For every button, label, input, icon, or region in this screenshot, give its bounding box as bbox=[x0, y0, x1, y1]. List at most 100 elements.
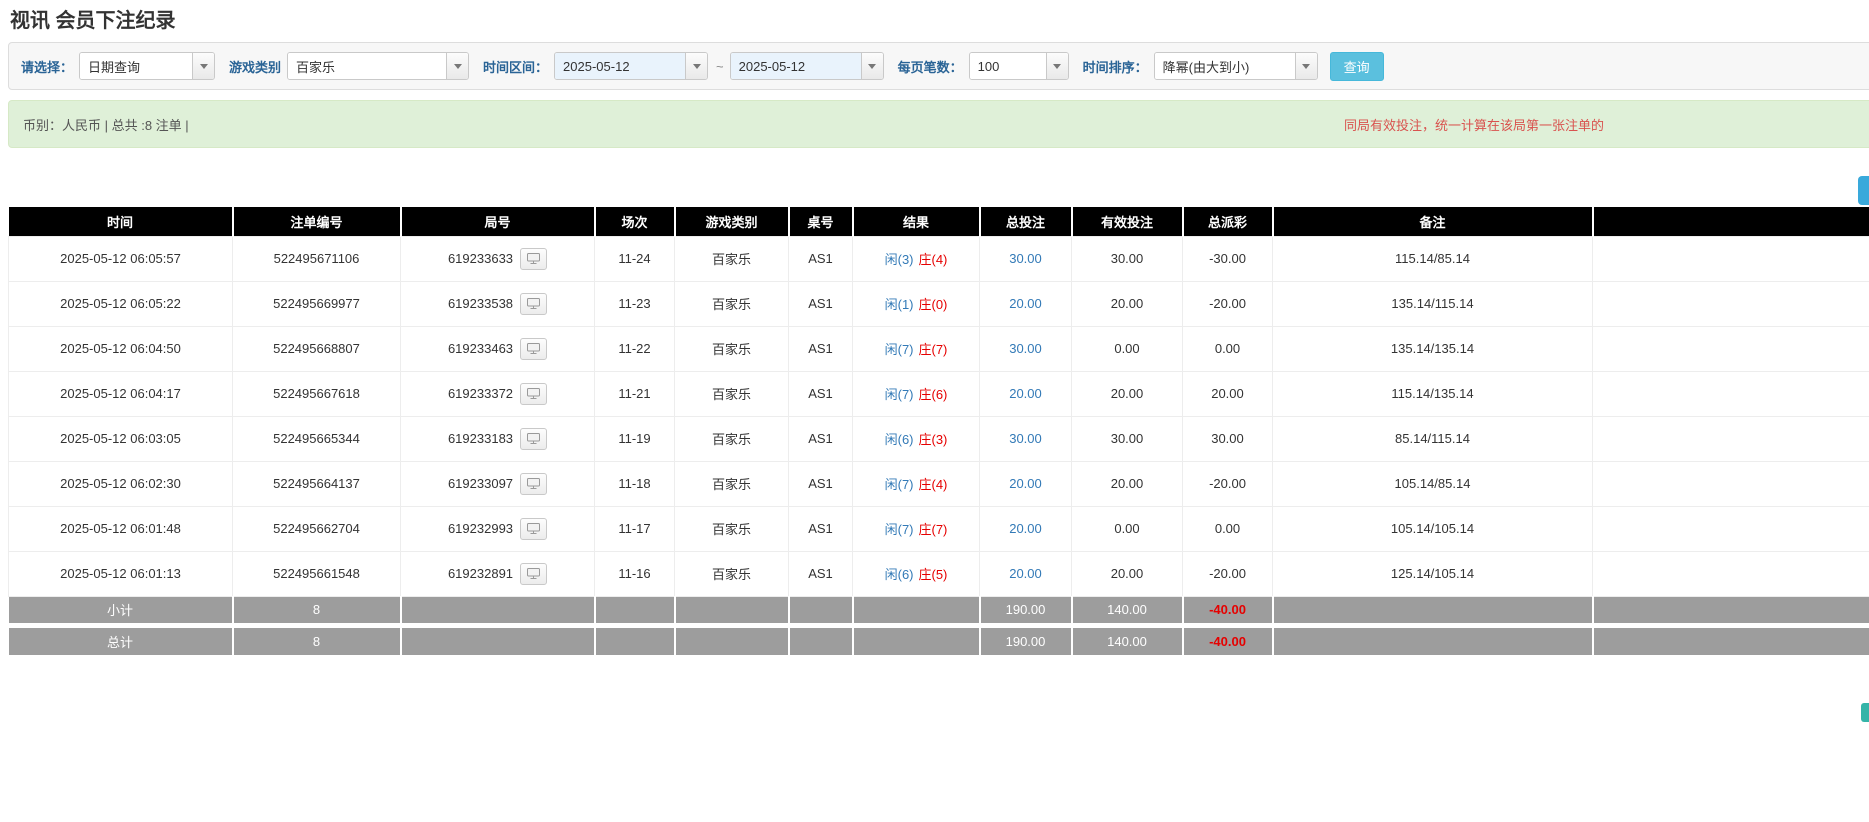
total-bet-link[interactable]: 30.00 bbox=[1009, 251, 1042, 266]
video-replay-button[interactable] bbox=[520, 293, 547, 315]
cell-valid-bet: 20.00 bbox=[1072, 281, 1183, 326]
round-group: 619233538 bbox=[448, 293, 547, 315]
empty-cell bbox=[1273, 628, 1593, 655]
cell-valid-bet: 30.00 bbox=[1072, 416, 1183, 461]
cell-session: 11-16 bbox=[595, 551, 675, 596]
date-to-dropdown-arrow-icon[interactable] bbox=[861, 53, 883, 79]
video-icon bbox=[527, 253, 540, 264]
cell-round: 619233633 bbox=[401, 236, 595, 281]
cell-remark: 105.14/105.14 bbox=[1273, 506, 1593, 551]
page-size-dropdown-arrow-icon[interactable] bbox=[1046, 53, 1068, 79]
cell-round: 619233372 bbox=[401, 371, 595, 416]
cutoff-right-edge-button[interactable] bbox=[1858, 176, 1869, 205]
cell-payout: 30.00 bbox=[1183, 416, 1273, 461]
cell-session: 11-23 bbox=[595, 281, 675, 326]
cell-payout: -20.00 bbox=[1183, 281, 1273, 326]
cutoff-bottom-right-button[interactable] bbox=[1861, 703, 1869, 722]
cell-time: 2025-05-12 06:04:50 bbox=[9, 326, 233, 371]
result-banker: 庄(5) bbox=[919, 567, 948, 582]
cell-total-bet: 30.00 bbox=[980, 326, 1072, 371]
header-result: 结果 bbox=[853, 207, 980, 236]
cell-result: 闲(7)庄(7) bbox=[853, 326, 980, 371]
total-bet-link[interactable]: 20.00 bbox=[1009, 386, 1042, 401]
header-valid-bet: 有效投注 bbox=[1072, 207, 1183, 236]
cell-result: 闲(6)庄(5) bbox=[853, 551, 980, 596]
cell-valid-bet: 0.00 bbox=[1072, 506, 1183, 551]
cell-extra bbox=[1593, 371, 1869, 416]
result-player: 闲(7) bbox=[885, 342, 914, 357]
cell-session: 11-21 bbox=[595, 371, 675, 416]
video-replay-button[interactable] bbox=[520, 473, 547, 495]
subtotal-total-bet: 190.00 bbox=[980, 596, 1072, 623]
video-replay-button[interactable] bbox=[520, 383, 547, 405]
cell-table-no: AS1 bbox=[789, 416, 853, 461]
video-replay-button[interactable] bbox=[520, 248, 547, 270]
total-bet-link[interactable]: 20.00 bbox=[1009, 566, 1042, 581]
video-replay-button[interactable] bbox=[520, 563, 547, 585]
subtotal-row: 小计 8 190.00 140.00 -40.00 bbox=[9, 596, 1869, 623]
cell-time: 2025-05-12 06:01:13 bbox=[9, 551, 233, 596]
cell-result: 闲(1)庄(0) bbox=[853, 281, 980, 326]
total-bet-link[interactable]: 20.00 bbox=[1009, 521, 1042, 536]
total-bet-link[interactable]: 30.00 bbox=[1009, 431, 1042, 446]
video-icon bbox=[527, 433, 540, 444]
total-bet-link[interactable]: 30.00 bbox=[1009, 341, 1042, 356]
filter-bar: 请选择： 游戏类别 时间区间： ~ 每页笔数： 时间排序： 查询 bbox=[8, 42, 1869, 90]
page-size-label: 每页笔数： bbox=[898, 57, 963, 76]
query-button[interactable]: 查询 bbox=[1330, 52, 1384, 81]
header-table-no: 桌号 bbox=[789, 207, 853, 236]
result-banker: 庄(4) bbox=[919, 477, 948, 492]
date-from-input[interactable] bbox=[555, 53, 685, 79]
sort-order-dropdown-arrow-icon[interactable] bbox=[1295, 53, 1317, 79]
cell-total-bet: 30.00 bbox=[980, 416, 1072, 461]
cell-table-no: AS1 bbox=[789, 551, 853, 596]
video-replay-button[interactable] bbox=[520, 518, 547, 540]
query-type-input[interactable] bbox=[80, 53, 192, 79]
grand-total-row: 总计 8 190.00 140.00 -40.00 bbox=[9, 628, 1869, 655]
sort-order-input[interactable] bbox=[1155, 53, 1295, 79]
cell-time: 2025-05-12 06:04:17 bbox=[9, 371, 233, 416]
page-size-input[interactable] bbox=[970, 53, 1046, 79]
game-type-dropdown-arrow-icon[interactable] bbox=[446, 53, 468, 79]
cell-extra bbox=[1593, 506, 1869, 551]
header-session: 场次 bbox=[595, 207, 675, 236]
cell-round: 619232891 bbox=[401, 551, 595, 596]
round-number: 619233183 bbox=[448, 431, 513, 446]
round-group: 619232891 bbox=[448, 563, 547, 585]
cell-bet-id: 522495661548 bbox=[233, 551, 401, 596]
video-icon bbox=[527, 523, 540, 534]
cell-game-type: 百家乐 bbox=[675, 236, 789, 281]
cell-extra bbox=[1593, 236, 1869, 281]
cell-valid-bet: 20.00 bbox=[1072, 371, 1183, 416]
cell-result: 闲(6)庄(3) bbox=[853, 416, 980, 461]
header-extra bbox=[1593, 207, 1869, 236]
total-bet-link[interactable]: 20.00 bbox=[1009, 476, 1042, 491]
cell-bet-id: 522495664137 bbox=[233, 461, 401, 506]
game-type-input[interactable] bbox=[288, 53, 446, 79]
cell-total-bet: 20.00 bbox=[980, 551, 1072, 596]
total-bet-link[interactable]: 20.00 bbox=[1009, 296, 1042, 311]
video-replay-button[interactable] bbox=[520, 428, 547, 450]
cell-game-type: 百家乐 bbox=[675, 461, 789, 506]
cell-remark: 135.14/135.14 bbox=[1273, 326, 1593, 371]
result-player: 闲(7) bbox=[885, 387, 914, 402]
total-valid-bet: 140.00 bbox=[1072, 628, 1183, 655]
round-number: 619233538 bbox=[448, 296, 513, 311]
cell-remark: 135.14/115.14 bbox=[1273, 281, 1593, 326]
round-number: 619233463 bbox=[448, 341, 513, 356]
header-time: 时间 bbox=[9, 207, 233, 236]
date-from-dropdown-arrow-icon[interactable] bbox=[685, 53, 707, 79]
cell-bet-id: 522495665344 bbox=[233, 416, 401, 461]
cell-payout: -20.00 bbox=[1183, 461, 1273, 506]
empty-cell bbox=[1593, 596, 1869, 623]
cell-extra bbox=[1593, 281, 1869, 326]
date-to-input[interactable] bbox=[731, 53, 861, 79]
video-replay-button[interactable] bbox=[520, 338, 547, 360]
total-payout: -40.00 bbox=[1183, 628, 1273, 655]
result-banker: 庄(4) bbox=[919, 252, 948, 267]
round-number: 619233372 bbox=[448, 386, 513, 401]
page-size-combobox bbox=[969, 52, 1069, 80]
query-type-dropdown-arrow-icon[interactable] bbox=[192, 53, 214, 79]
total-count: 8 bbox=[233, 628, 401, 655]
cell-payout: -20.00 bbox=[1183, 551, 1273, 596]
